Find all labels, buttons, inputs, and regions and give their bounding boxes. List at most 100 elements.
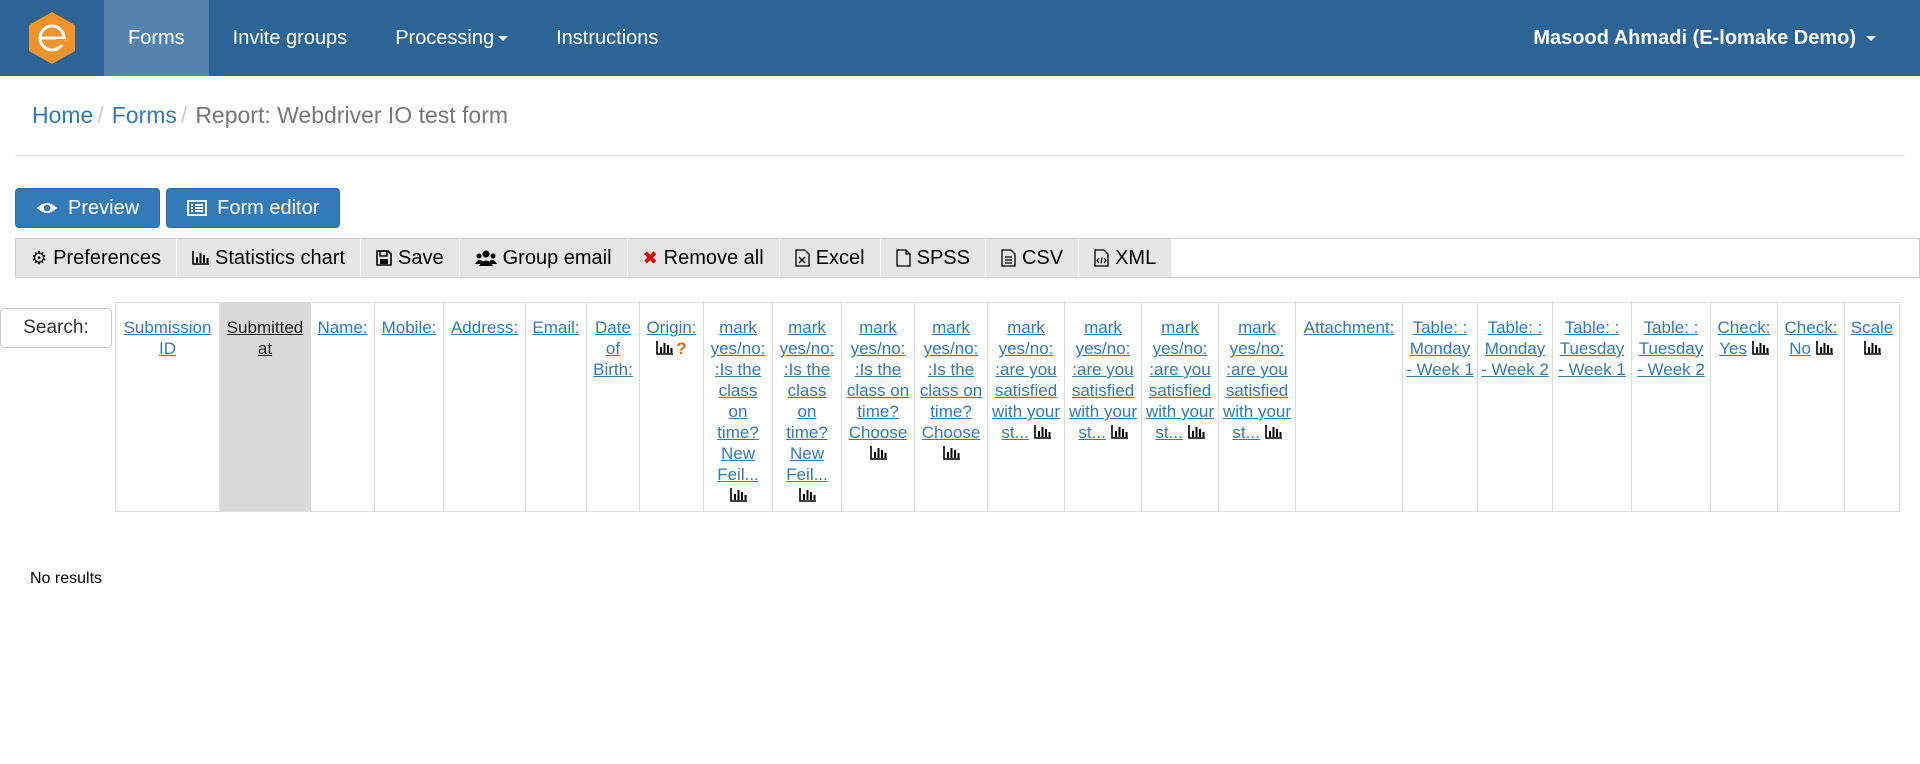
bar-chart-icon[interactable] bbox=[1751, 341, 1769, 355]
column-header-link[interactable]: Table: : Tuesday - Week 1 bbox=[1558, 318, 1626, 379]
xml-export-button[interactable]: XML bbox=[1079, 239, 1173, 277]
report-toolbar: ⚙ Preferences Statistics chart Save Grou… bbox=[15, 238, 1920, 278]
breadcrumb-home-link[interactable]: Home bbox=[32, 102, 93, 129]
column-header-link[interactable]: Attachment: bbox=[1304, 318, 1395, 337]
column-header-link[interactable]: mark yes/no: :Is the class on time? New … bbox=[780, 318, 835, 484]
bar-chart-icon[interactable] bbox=[656, 341, 674, 355]
column-header[interactable]: Check: Yes bbox=[1710, 302, 1778, 512]
column-header[interactable]: Table: : Tuesday - Week 1 bbox=[1552, 302, 1632, 512]
form-editor-button[interactable]: Form editor bbox=[166, 188, 341, 228]
bar-chart-icon[interactable] bbox=[869, 446, 887, 460]
user-menu[interactable]: Masood Ahmadi (E-lomake Demo) bbox=[1533, 0, 1876, 76]
statistics-chart-button[interactable]: Statistics chart bbox=[176, 239, 362, 277]
column-header-link[interactable]: mark yes/no: :are you satisfied with you… bbox=[1146, 318, 1214, 442]
e-logo-icon bbox=[29, 12, 75, 64]
search-label: Search: bbox=[23, 317, 89, 338]
column-header-link[interactable]: mark yes/no: :Is the class on time? New … bbox=[711, 318, 766, 484]
column-header-link[interactable]: mark yes/no: :are you satisfied with you… bbox=[1223, 318, 1291, 442]
column-header-link[interactable]: mark yes/no: :Is the class on time? Choo… bbox=[847, 318, 909, 442]
column-header[interactable]: Date of Birth: bbox=[586, 302, 640, 512]
search-button[interactable]: Search: bbox=[0, 308, 112, 348]
column-header[interactable]: Origin: ? bbox=[639, 302, 704, 512]
column-header-link[interactable]: Name: bbox=[317, 318, 367, 337]
spss-export-button[interactable]: SPSS bbox=[880, 239, 986, 277]
column-header[interactable]: Table: : Monday - Week 1 bbox=[1402, 302, 1478, 512]
column-header-link[interactable]: mark yes/no: :are you satisfied with you… bbox=[992, 318, 1060, 442]
bar-chart-icon[interactable] bbox=[1033, 425, 1051, 439]
column-header[interactable]: Submission ID bbox=[115, 302, 220, 512]
bar-chart-icon[interactable] bbox=[1815, 341, 1833, 355]
column-header[interactable]: mark yes/no: :are you satisfied with you… bbox=[1064, 302, 1142, 512]
column-header[interactable]: mark yes/no: :Is the class on time? Choo… bbox=[914, 302, 988, 512]
column-header-link[interactable]: Mobile: bbox=[382, 318, 437, 337]
users-icon bbox=[474, 250, 497, 266]
nav-processing-dropdown[interactable]: Processing bbox=[371, 0, 532, 76]
column-header[interactable]: Name: bbox=[310, 302, 375, 512]
nav-processing-label: Processing bbox=[395, 26, 495, 49]
column-header-link[interactable]: Scale bbox=[1851, 318, 1894, 337]
breadcrumb-forms-link[interactable]: Forms bbox=[112, 102, 177, 129]
preferences-label: Preferences bbox=[53, 246, 161, 269]
column-header[interactable]: Email: bbox=[525, 302, 587, 512]
column-header-link[interactable]: Table: : Monday - Week 2 bbox=[1481, 318, 1549, 379]
excel-export-button[interactable]: Excel bbox=[779, 239, 881, 277]
spss-label: SPSS bbox=[916, 246, 970, 269]
excel-label: Excel bbox=[815, 246, 865, 269]
column-header[interactable]: mark yes/no: :Is the class on time? Choo… bbox=[841, 302, 915, 512]
column-header[interactable]: mark yes/no: :Is the class on time? New … bbox=[772, 302, 842, 512]
group-email-button[interactable]: Group email bbox=[459, 239, 628, 277]
column-header[interactable]: Table: : Tuesday - Week 2 bbox=[1631, 302, 1711, 512]
column-header-link[interactable]: Submission ID bbox=[124, 318, 212, 358]
bar-chart-icon[interactable] bbox=[1264, 425, 1282, 439]
save-button[interactable]: Save bbox=[361, 239, 460, 277]
column-header-link[interactable]: mark yes/no: :are you satisfied with you… bbox=[1069, 318, 1137, 442]
column-header[interactable]: Address: bbox=[443, 302, 526, 512]
code-file-icon bbox=[1094, 249, 1109, 267]
column-header[interactable]: Mobile: bbox=[374, 302, 444, 512]
remove-all-button[interactable]: ✖ Remove all bbox=[627, 239, 780, 277]
bar-chart-icon[interactable] bbox=[798, 488, 816, 502]
floppy-icon bbox=[376, 250, 392, 266]
column-header[interactable]: mark yes/no: :are you satisfied with you… bbox=[1141, 302, 1219, 512]
breadcrumb-separator: / bbox=[97, 102, 104, 128]
column-header-link[interactable]: Origin: bbox=[646, 318, 696, 337]
divider bbox=[15, 155, 1905, 156]
nav-instructions[interactable]: Instructions bbox=[532, 0, 682, 76]
bar-chart-icon[interactable] bbox=[1110, 425, 1128, 439]
column-header-link[interactable]: Table: : Monday - Week 1 bbox=[1406, 318, 1474, 379]
form-editor-label: Form editor bbox=[217, 196, 320, 219]
no-results-message: No results bbox=[30, 570, 103, 587]
column-header[interactable]: Attachment: bbox=[1295, 302, 1403, 512]
action-buttons: Preview Form editor bbox=[15, 188, 341, 228]
nav-forms[interactable]: Forms bbox=[104, 0, 209, 76]
column-header[interactable]: mark yes/no: :are you satisfied with you… bbox=[987, 302, 1065, 512]
column-header-link[interactable]: mark yes/no: :Is the class on time? Choo… bbox=[920, 318, 982, 442]
column-header[interactable]: Scale bbox=[1844, 302, 1900, 512]
caret-down-icon bbox=[498, 35, 509, 41]
bar-chart-icon[interactable] bbox=[1187, 425, 1205, 439]
remove-icon: ✖ bbox=[642, 247, 658, 268]
preview-button[interactable]: Preview bbox=[15, 188, 161, 228]
bar-chart-icon[interactable] bbox=[1863, 341, 1881, 355]
help-icon[interactable]: ? bbox=[676, 339, 686, 358]
preferences-button[interactable]: ⚙ Preferences bbox=[16, 239, 177, 277]
app-logo[interactable] bbox=[0, 0, 104, 76]
bar-chart-icon[interactable] bbox=[942, 446, 960, 460]
column-header-link[interactable]: Email: bbox=[532, 318, 579, 337]
column-header-link[interactable]: Submitted at bbox=[227, 318, 304, 358]
column-header-link[interactable]: Address: bbox=[451, 318, 518, 337]
csv-export-button[interactable]: CSV bbox=[985, 239, 1080, 277]
list-alt-icon bbox=[187, 200, 208, 216]
column-header-link[interactable]: Table: : Tuesday - Week 2 bbox=[1637, 318, 1705, 379]
column-header[interactable]: Table: : Monday - Week 2 bbox=[1477, 302, 1553, 512]
nav-invite-groups[interactable]: Invite groups bbox=[209, 0, 372, 76]
xml-label: XML bbox=[1115, 246, 1157, 269]
column-header[interactable]: Check: No bbox=[1777, 302, 1845, 512]
bar-chart-icon[interactable] bbox=[729, 488, 747, 502]
column-header-link[interactable]: Date of Birth: bbox=[593, 318, 633, 379]
column-header[interactable]: mark yes/no: :Is the class on time? New … bbox=[703, 302, 773, 512]
column-header-sorted[interactable]: Submitted at bbox=[219, 302, 311, 512]
top-navbar: Forms Invite groups Processing Instructi… bbox=[0, 0, 1920, 76]
bar-chart-icon bbox=[192, 251, 209, 265]
column-header[interactable]: mark yes/no: :are you satisfied with you… bbox=[1218, 302, 1296, 512]
